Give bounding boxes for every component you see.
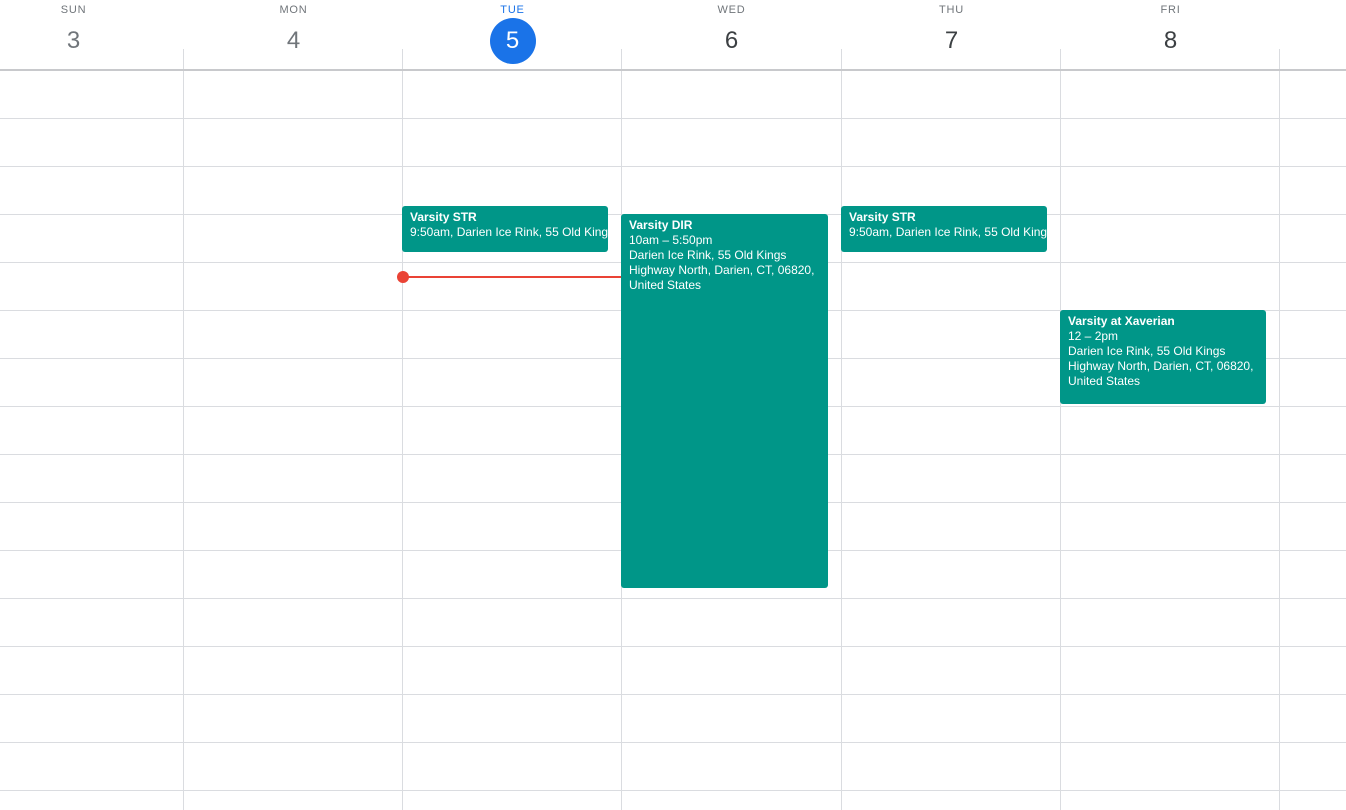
event-time: 10am – 5:50pm xyxy=(629,233,713,247)
event-varsity-str-tue[interactable]: Varsity STR 9:50am, Darien Ice Rink, 55 … xyxy=(402,206,608,252)
day-number-today[interactable]: 5 xyxy=(489,18,536,64)
event-location: United States xyxy=(1068,374,1141,388)
hour-line xyxy=(0,742,1346,743)
day-number[interactable]: 4 xyxy=(271,18,317,64)
day-header-fri[interactable]: FRI 8 xyxy=(1061,0,1280,70)
day-header-thu[interactable]: THU 7 xyxy=(842,0,1061,70)
day-name: THU xyxy=(938,4,964,16)
day-header-sun[interactable]: SUN 3 xyxy=(0,0,183,70)
header-divider xyxy=(1279,49,1280,70)
event-title: Varsity STR xyxy=(410,210,477,224)
event-time: 12 – 2pm xyxy=(1068,329,1119,343)
current-time-dot xyxy=(397,271,409,283)
day-number[interactable]: 7 xyxy=(929,18,975,64)
day-number[interactable]: 3 xyxy=(51,18,97,64)
hour-line xyxy=(0,694,1346,695)
event-location: United States xyxy=(629,278,702,292)
day-column-divider xyxy=(1060,71,1061,810)
hour-line xyxy=(0,166,1346,167)
header-divider xyxy=(183,49,184,70)
hour-line xyxy=(0,790,1346,791)
day-name: SUN xyxy=(60,4,87,16)
event-title: Varsity STR xyxy=(849,210,916,224)
hour-line xyxy=(0,598,1346,599)
day-name: MON xyxy=(279,4,308,16)
event-location: Highway North, Darien, CT, 06820, xyxy=(629,263,815,277)
header-divider xyxy=(1060,49,1061,70)
day-column-divider xyxy=(402,71,403,810)
event-location: Darien Ice Rink, 55 Old Kings xyxy=(1068,344,1226,358)
header-divider xyxy=(402,49,403,70)
day-number[interactable]: 8 xyxy=(1148,18,1194,64)
hour-line xyxy=(0,118,1346,119)
event-varsity-str-thu[interactable]: Varsity STR 9:50am, Darien Ice Rink, 55 … xyxy=(841,206,1047,252)
day-header-mon[interactable]: MON 4 xyxy=(184,0,403,70)
event-details: 9:50am, Darien Ice Rink, 55 Old Kings xyxy=(410,225,608,239)
event-location: Darien Ice Rink, 55 Old Kings xyxy=(629,248,787,262)
event-details: 9:50am, Darien Ice Rink, 55 Old Kings xyxy=(849,225,1047,239)
event-title: Varsity DIR xyxy=(629,218,693,232)
day-number[interactable]: 6 xyxy=(709,18,755,64)
header-divider xyxy=(841,49,842,70)
day-name: TUE xyxy=(500,4,525,16)
day-name: WED xyxy=(717,4,746,16)
header-divider xyxy=(621,49,622,70)
day-column-divider xyxy=(841,71,842,810)
event-varsity-dir-wed[interactable]: Varsity DIR 10am – 5:50pm Darien Ice Rin… xyxy=(621,214,828,588)
day-column-divider xyxy=(183,71,184,810)
event-title: Varsity at Xaverian xyxy=(1068,314,1175,328)
event-varsity-at-xaverian-fri[interactable]: Varsity at Xaverian 12 – 2pm Darien Ice … xyxy=(1060,310,1266,404)
current-time-line xyxy=(403,276,621,278)
event-location: Highway North, Darien, CT, 06820, xyxy=(1068,359,1254,373)
day-name: FRI xyxy=(1160,4,1181,16)
day-header-tue[interactable]: TUE 5 xyxy=(403,0,622,70)
hour-line xyxy=(0,646,1346,647)
week-header: SUN 3 MON 4 TUE 5 WED 6 THU 7 FRI 8 xyxy=(0,0,1346,70)
day-column-divider xyxy=(1279,71,1280,810)
day-header-wed[interactable]: WED 6 xyxy=(622,0,841,70)
